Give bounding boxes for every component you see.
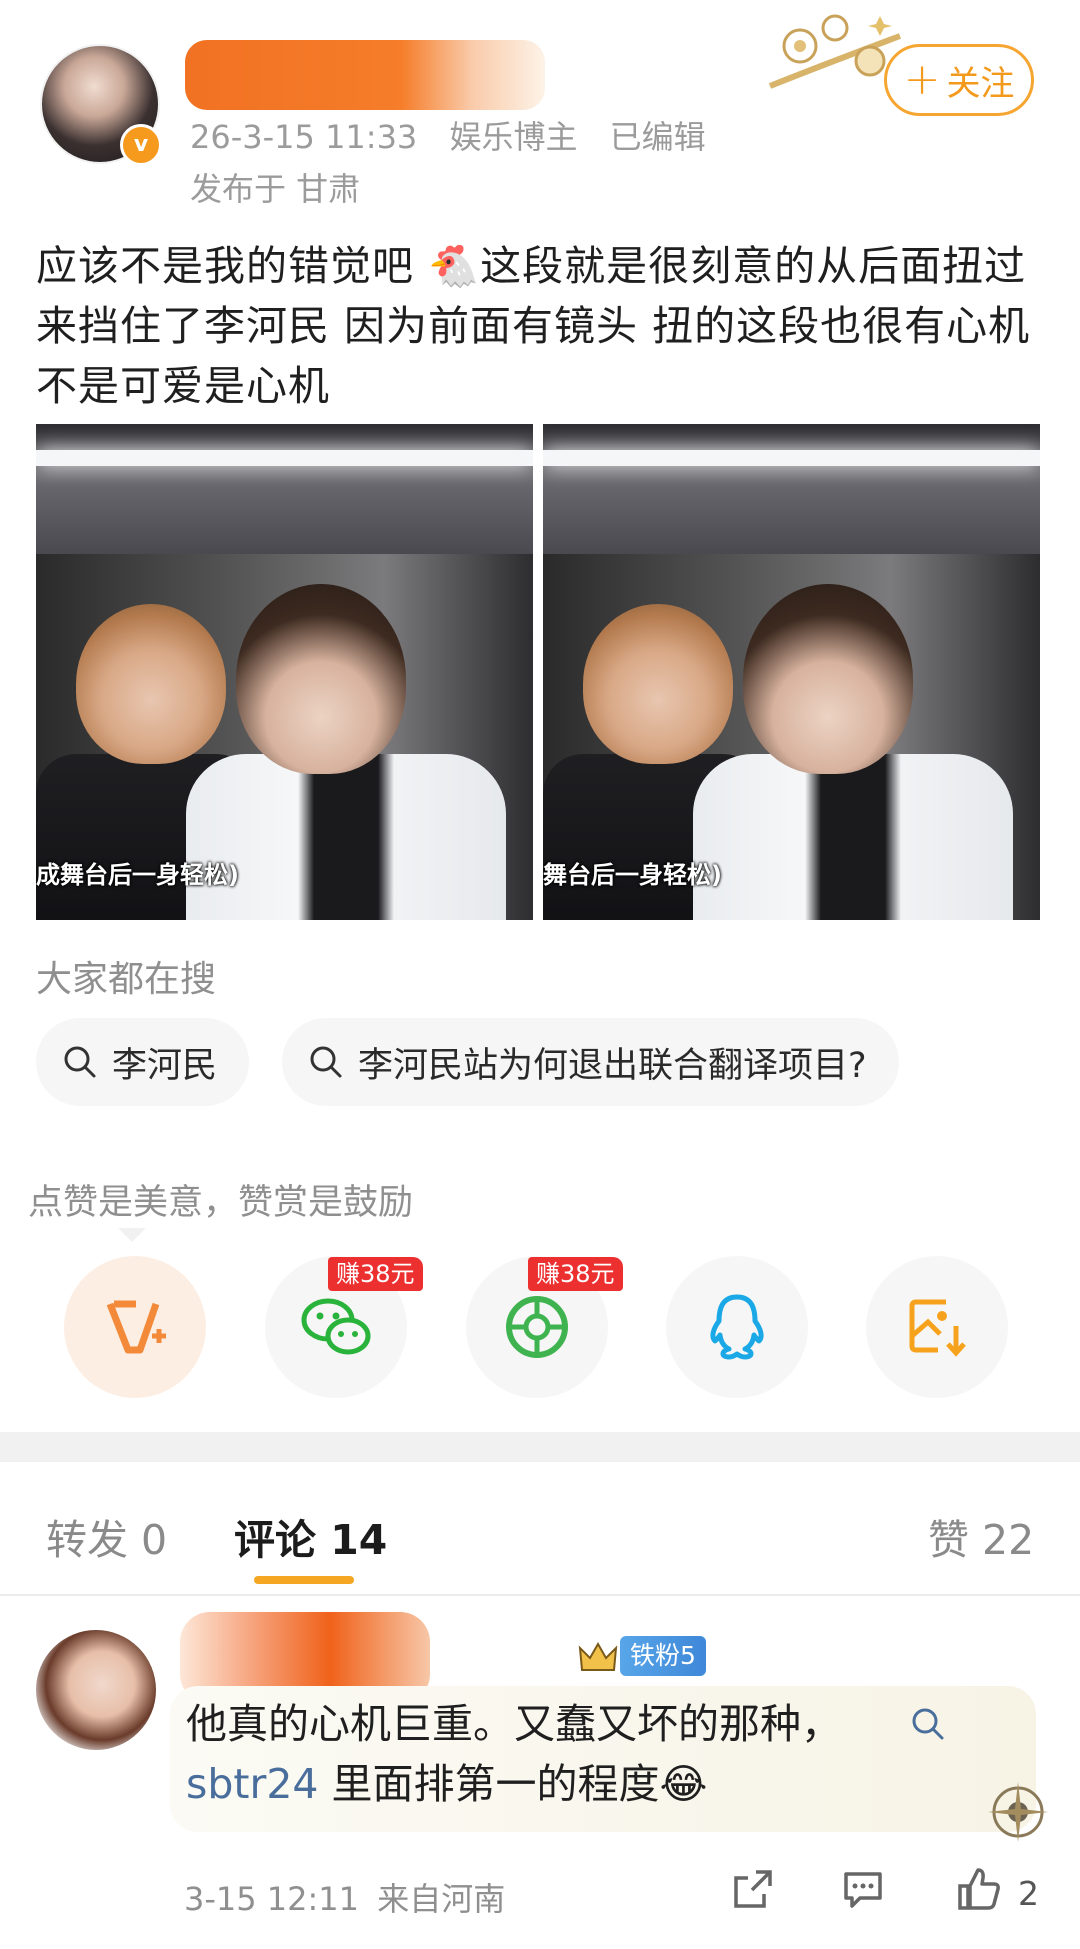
comment-like-count: 2 (1018, 1874, 1039, 1913)
reward-v-icon (106, 1300, 166, 1354)
post-location: 发布于 甘肃 (190, 170, 361, 208)
crown-icon (578, 1641, 618, 1671)
follow-label: 关注 (946, 63, 1015, 104)
comment-location: 来自河南 (377, 1880, 506, 1918)
search-chip-label: 李河民站为何退出联合翻译项目? (358, 1045, 867, 1086)
share-qq-button[interactable] (666, 1256, 808, 1398)
edited-label: 已编辑 (609, 118, 706, 156)
post-time: 26-3-15 11:33 (190, 118, 418, 156)
follow-button[interactable]: + 关注 (884, 44, 1034, 116)
comment-meta: 3-15 12:11 来自河南 (184, 1874, 505, 1920)
compass-decoration-icon (988, 1782, 1048, 1842)
image-caption: 成舞台后一身轻松) (36, 861, 239, 889)
author-role: 娱乐博主 (449, 118, 578, 156)
tab-repost[interactable]: 转发 0 (46, 1506, 167, 1566)
post-meta: 26-3-15 11:33 娱乐博主 已编辑 (190, 112, 728, 158)
comment-topic-link[interactable]: sbtr24 (186, 1760, 319, 1808)
save-image-icon (909, 1299, 966, 1357)
qq-icon (710, 1294, 764, 1360)
search-icon (64, 1046, 96, 1078)
search-icon[interactable] (910, 1706, 946, 1742)
fan-level-badge: 铁粉5 (620, 1636, 706, 1676)
save-image-button[interactable] (866, 1256, 1008, 1398)
trending-search-title: 大家都在搜 (36, 959, 217, 1000)
earn-badge: 赚38元 (528, 1257, 623, 1291)
search-icon (310, 1046, 342, 1078)
section-divider (0, 1432, 1080, 1462)
author-name-redacted[interactable] (185, 40, 545, 110)
tooltip-arrow (118, 1228, 146, 1242)
comment-time: 3-15 12:11 (184, 1880, 360, 1918)
plus-icon: + (903, 54, 941, 105)
post-body: 应该不是我的错觉吧 🐔这段就是很刻意的从后面扭过来挡住了李河民 因为前面有镜头 … (36, 236, 1046, 416)
reward-button[interactable] (64, 1256, 206, 1398)
post-image-2[interactable]: 舞台后一身轻松) (543, 424, 1040, 920)
tab-divider (0, 1594, 1080, 1596)
post-image-1[interactable]: 成舞台后一身轻松) (36, 424, 533, 920)
comment-text-tail: 里面排第一的程度 (318, 1760, 660, 1808)
search-chip-1[interactable]: 李河民 (36, 1018, 250, 1106)
share-icon[interactable] (730, 1866, 776, 1912)
laughing-emoji: 😂 (659, 1760, 708, 1808)
comment-text-main: 他真的心机巨重。又蠢又坏的那种， (186, 1700, 842, 1748)
earn-badge: 赚38元 (328, 1257, 423, 1291)
moments-icon (506, 1296, 568, 1358)
commenter-avatar[interactable] (36, 1630, 156, 1750)
post-text-part1: 应该不是我的错觉吧 (36, 242, 429, 290)
like-icon[interactable] (956, 1866, 1002, 1912)
verified-badge-icon: v (120, 124, 162, 166)
search-chip-label: 李河民 (112, 1045, 218, 1086)
search-chip-2[interactable]: 李河民站为何退出联合翻译项目? (282, 1018, 899, 1106)
comment-icon[interactable] (840, 1866, 886, 1912)
tab-comments[interactable]: 评论 14 (234, 1506, 387, 1566)
reward-title: 点赞是美意，赞赏是鼓励 (28, 1183, 414, 1223)
tab-likes[interactable]: 赞 22 (928, 1506, 1034, 1566)
wechat-icon (301, 1298, 371, 1355)
active-tab-indicator (254, 1576, 354, 1584)
image-caption: 舞台后一身轻松) (543, 861, 722, 889)
chicken-emoji: 🐔 (428, 242, 481, 290)
comment-text: 他真的心机巨重。又蠢又坏的那种， sbtr24 里面排第一的程度😂 (186, 1694, 976, 1814)
